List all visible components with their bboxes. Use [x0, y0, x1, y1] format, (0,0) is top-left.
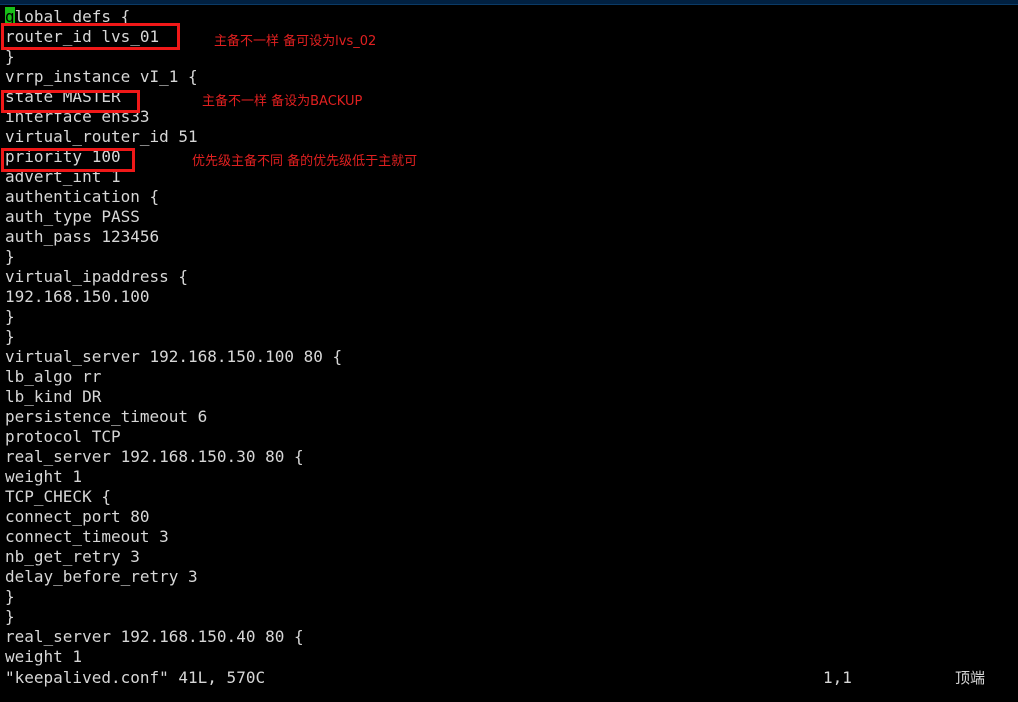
code-line-text: lobal_defs { — [14, 7, 131, 26]
status-cursor-position: 1,1 — [823, 668, 852, 687]
code-line[interactable]: lb_algo rr — [5, 367, 101, 387]
code-line[interactable]: authentication { — [5, 187, 159, 207]
code-line[interactable]: } — [5, 607, 15, 627]
state-note: 主备不一样 备设为BACKUP — [202, 94, 363, 109]
code-line[interactable]: virtual_router_id 51 — [5, 127, 198, 147]
code-line[interactable]: } — [5, 47, 15, 67]
code-line[interactable]: } — [5, 587, 15, 607]
code-line[interactable]: nb_get_retry 3 — [5, 547, 140, 567]
code-line[interactable]: } — [5, 307, 15, 327]
code-line[interactable]: real_server 192.168.150.30 80 { — [5, 447, 304, 467]
code-line[interactable]: real_server 192.168.150.40 80 { — [5, 627, 304, 647]
code-line[interactable]: persistence_timeout 6 — [5, 407, 207, 427]
code-line[interactable]: advert_int 1 — [5, 167, 121, 187]
code-line[interactable]: weight 1 — [5, 467, 82, 487]
router-id-note: 主备不一样 备可设为lvs_02 — [214, 34, 377, 49]
status-scroll-position: 顶端 — [955, 669, 986, 687]
code-line[interactable]: vrrp_instance vI_1 { — [5, 67, 198, 87]
code-line[interactable]: connect_timeout 3 — [5, 527, 169, 547]
code-line[interactable]: TCP_CHECK { — [5, 487, 111, 507]
code-line[interactable]: auth_type PASS — [5, 207, 140, 227]
code-line[interactable]: protocol TCP — [5, 427, 121, 447]
code-line[interactable]: global_defs { — [5, 7, 130, 27]
code-line[interactable]: delay_before_retry 3 — [5, 567, 198, 587]
code-line[interactable]: lb_kind DR — [5, 387, 101, 407]
code-line[interactable]: auth_pass 123456 — [5, 227, 159, 247]
code-line[interactable]: state MASTER — [5, 87, 121, 107]
code-line[interactable]: virtual_ipaddress { — [5, 267, 188, 287]
code-line[interactable]: priority 100 — [5, 147, 121, 167]
text-cursor: g — [5, 7, 15, 26]
code-line[interactable]: router_id lvs_01 — [5, 27, 159, 47]
vim-status-line: "keepalived.conf" 41L, 570C 1,1 顶端 — [0, 668, 1018, 688]
status-file-info: "keepalived.conf" 41L, 570C — [5, 668, 266, 687]
code-line[interactable]: } — [5, 247, 15, 267]
code-line[interactable]: weight 1 — [5, 647, 82, 667]
code-line[interactable]: virtual_server 192.168.150.100 80 { — [5, 347, 342, 367]
terminal-screen[interactable]: global_defs {router_id lvs_01} vrrp_insta… — [0, 5, 1018, 702]
code-line[interactable]: 192.168.150.100 — [5, 287, 150, 307]
priority-note: 优先级主备不同 备的优先级低于主就可 — [192, 154, 418, 169]
code-line[interactable]: } — [5, 327, 15, 347]
code-line[interactable]: connect_port 80 — [5, 507, 150, 527]
code-line[interactable]: interface ens33 — [5, 107, 150, 127]
